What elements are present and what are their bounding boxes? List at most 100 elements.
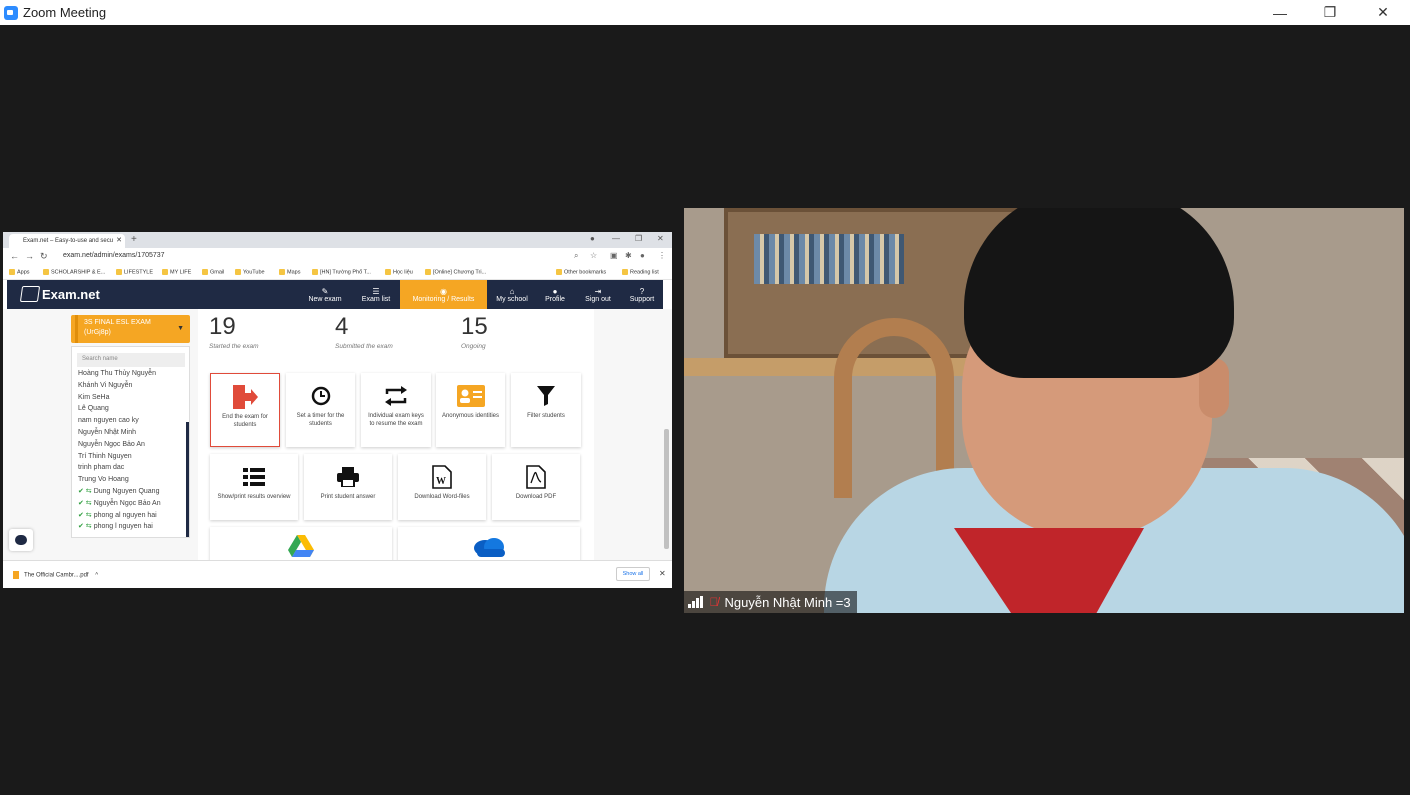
home-icon: ⌂ [509,286,515,296]
download-bar: The Official Cambr....pdf ^ Show all ✕ [3,560,672,588]
browser-close-icon[interactable]: ✕ [657,234,664,243]
bookmark-item[interactable]: [Online] Chương Tri... [425,269,486,275]
profile-icon[interactable]: ● [640,251,645,260]
individual-keys-button[interactable]: Individual exam keys to resume the exam [361,373,431,447]
student-name: nam nguyen cao ky [78,417,139,425]
nav-new-exam[interactable]: ✎ New exam [303,280,347,309]
menu-icon[interactable]: ⋮ [658,251,666,260]
print-answer-button[interactable]: Print student answer [304,454,392,520]
student-name: Nguyễn Ngọc Bảo An [93,499,161,507]
exam-nav-bar: Exam.net ✎ New exam ☰ Exam list ◉ Monitorin… [7,280,663,309]
student-list-item[interactable]: Trung Vo Hoang [78,474,186,486]
account-icon[interactable]: ● [590,234,595,243]
bookmark-apps[interactable]: Apps [9,269,30,275]
student-list-item[interactable]: trinh pham dac [78,462,186,474]
restore-button[interactable]: ❐ [1305,0,1355,25]
student-list-item[interactable]: Nguyễn Ngọc Bảo An [78,439,186,451]
nav-exam-list[interactable]: ☰ Exam list [355,280,397,309]
zoom-title-bar: Zoom Meeting — ❐ ✕ [0,0,1410,25]
student-names: Hoàng Thu Thủy Nguyễn Khánh Vi Nguyễn Kim … [78,368,186,533]
filter-students-button[interactable]: Filter students [511,373,581,447]
printer-icon [337,466,359,488]
student-list-item[interactable]: Lê Quang [78,403,186,415]
student-name: phong al nguyen hai [93,511,157,519]
student-list-item[interactable]: ✔ ⇆ phong l nguyen hai [78,521,186,533]
video-books [754,234,904,284]
bookmark-item[interactable]: [HN] Trường Phổ T... [312,269,371,275]
shared-screen: Exam.net – Easy-to-use and secu ✕ + ● — … [3,232,672,588]
show-all-button[interactable]: Show all [616,567,650,581]
logo-icon [19,286,41,302]
bookmark-youtube[interactable]: YouTube [235,269,265,275]
signal-strength-icon [688,596,703,608]
exam-selector[interactable]: 3S FINAL ESL EXAM (UrGj8p) ▼ [71,315,190,343]
bookmark-item[interactable]: SCHOLARSHIP & E... [43,269,105,275]
page-scrollbar[interactable] [664,429,669,549]
student-list-item[interactable]: Kim SeHa [78,392,186,404]
nav-support[interactable]: ? Support [623,280,661,309]
browser-restore-icon[interactable]: ❐ [635,234,642,243]
bookmark-gmail[interactable]: Gmail [202,269,224,275]
download-word-button[interactable]: W Download Word-files [398,454,486,520]
reload-icon[interactable]: ↻ [40,251,48,262]
student-list-item[interactable]: Trí Thinh Nguyen [78,451,186,463]
download-bar-close-icon[interactable]: ✕ [659,569,666,578]
student-list-item[interactable]: Nguyễn Nhật Minh [78,427,186,439]
browser-tab[interactable]: Exam.net – Easy-to-use and secu ✕ [9,234,125,248]
bookmarks-bar: Apps SCHOLARSHIP & E... LIFESTYLE MY LIF… [3,265,672,280]
student-list-item[interactable]: Hoàng Thu Thủy Nguyễn [78,368,186,380]
bookmark-star-icon[interactable]: ☆ [590,251,597,260]
zoom-icon[interactable]: ⌕ [574,251,578,261]
download-item[interactable]: The Official Cambr....pdf ^ [13,571,98,579]
extension-icon[interactable]: ▣ [610,251,618,260]
mic-muted-icon: 🎙̸ [709,595,719,609]
student-list-scrollbar[interactable] [186,422,189,537]
forward-icon[interactable]: → [25,251,34,261]
nav-profile[interactable]: ● Profile [538,280,572,309]
bookmark-item[interactable]: LIFESTYLE [116,269,153,275]
other-bookmarks[interactable]: Other bookmarks [556,269,606,275]
results-overview-button[interactable]: Show/print results overview [210,454,298,520]
nav-monitoring-results[interactable]: ◉ Monitoring / Results [400,280,487,309]
student-list-item[interactable]: ✔ ⇆ Nguyễn Ngọc Bảo An [78,498,186,510]
search-name-input[interactable]: Search name [77,353,185,367]
student-name: trinh pham dac [78,464,125,472]
anonymous-identities-button[interactable]: Anonymous identities [436,373,505,447]
browser-minimize-icon[interactable]: — [612,234,620,243]
url-field[interactable]: exam.net/admin/exams/1705737 [63,252,165,259]
new-tab-icon[interactable]: + [131,234,137,245]
minimize-button[interactable]: — [1255,0,1305,25]
check-icon: ✔ ⇆ [78,523,92,531]
student-name: Trung Vo Hoang [78,476,129,484]
caret-down-icon: ▼ [177,325,184,332]
monitoring-panel: 19 Started the exam 4 Submitted the exam… [198,309,594,567]
exam-net-logo[interactable]: Exam.net [19,286,100,302]
end-exam-button[interactable]: End the exam for students [210,373,280,447]
puzzle-icon[interactable]: ✱ [625,251,632,260]
student-list-item[interactable]: ✔ ⇆ phong al nguyen hai [78,510,186,522]
participant-video[interactable]: 🎙̸ Nguyễn Nhật Minh =3 [684,208,1404,613]
bookmark-item[interactable]: MY LIFE [162,269,191,275]
set-timer-button[interactable]: Set a timer for the students [286,373,355,447]
download-pdf-button[interactable]: Download PDF [492,454,580,520]
filter-icon [537,385,555,407]
video-hair [964,208,1234,378]
check-icon: ✔ ⇆ [78,511,92,519]
stat-started: 19 Started the exam [209,313,259,350]
close-button[interactable]: ✕ [1358,0,1408,25]
student-list-item[interactable]: Khánh Vi Nguyễn [78,380,186,392]
nav-sign-out[interactable]: ⇥ Sign out [580,280,616,309]
exam-name: 3S FINAL ESL EXAM [84,319,151,326]
student-list-item[interactable]: nam nguyen cao ky [78,415,186,427]
chat-icon[interactable] [9,529,33,551]
back-icon[interactable]: ← [10,251,19,261]
tab-close-icon[interactable]: ✕ [116,236,122,244]
stat-submitted: 4 Submitted the exam [335,313,393,350]
bookmark-maps[interactable]: Maps [279,269,300,275]
reading-list[interactable]: Reading list [622,269,659,275]
nav-my-school[interactable]: ⌂ My school [490,280,534,309]
student-list-item[interactable]: ✔ ⇆ Dung Nguyen Quang [78,486,186,498]
student-name: Dung Nguyen Quang [93,487,160,495]
bookmark-item[interactable]: Học liệu [385,269,413,275]
browser-tab-strip: Exam.net – Easy-to-use and secu ✕ + ● — … [3,232,672,248]
